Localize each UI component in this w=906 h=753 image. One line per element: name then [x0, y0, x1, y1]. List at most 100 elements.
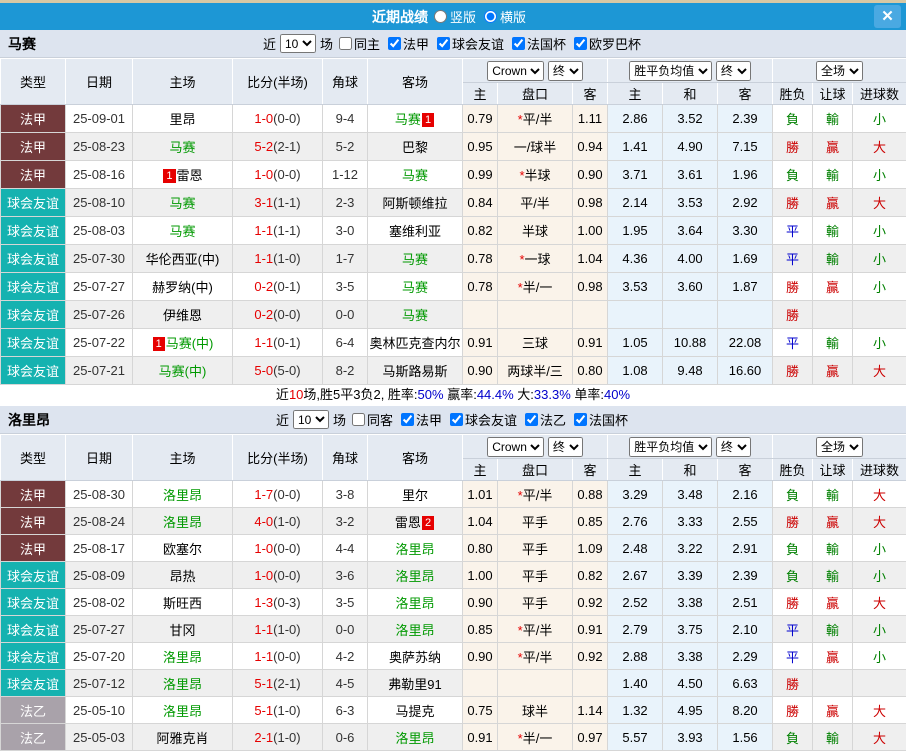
date-text: 25-08-24 — [73, 514, 125, 529]
horizontal-radio[interactable] — [484, 10, 497, 23]
result-wdl: 負 — [773, 535, 813, 562]
coupe-checkbox[interactable] — [512, 37, 525, 50]
team-name-text: 斯旺西 — [163, 596, 202, 611]
result-text: 大 — [873, 140, 886, 155]
corner-cell: 1-7 — [323, 245, 368, 273]
handicap-cell: 平/半 — [498, 189, 573, 217]
table-row: 法乙25-05-10洛里昂5-1(1-0)6-3马提克0.75球半1.141.3… — [1, 697, 906, 724]
avg-select[interactable]: 胜平负均值 — [629, 61, 712, 81]
odds-time-select[interactable]: 终 — [548, 437, 583, 457]
scope-select[interactable]: 全场 — [816, 437, 863, 457]
league-filter-friendly[interactable]: 球会友谊 — [444, 410, 517, 429]
avg-select[interactable]: 胜平负均值 — [629, 437, 712, 457]
match-type: 球会友谊 — [1, 245, 66, 273]
result-handicap: 輸 — [813, 217, 853, 245]
handicap-text: 平/半 — [520, 196, 550, 211]
bookmaker-select[interactable]: Crown — [487, 61, 544, 81]
match-type: 球会友谊 — [1, 589, 66, 616]
date-text: 25-07-26 — [73, 307, 125, 322]
team-name-text: 阿雅克肖 — [156, 731, 208, 746]
score-cell: 1-0(0-0) — [233, 562, 323, 589]
match-type: 法甲 — [1, 535, 66, 562]
team-name-lorient: 洛里昂 — [8, 410, 50, 430]
ligue1-checkbox[interactable] — [388, 37, 401, 50]
col-corner: 角球 — [323, 435, 368, 481]
avg-time-select[interactable]: 终 — [716, 437, 751, 457]
avg-group: 胜平负均值 终 — [608, 435, 773, 459]
result-text: 勝 — [786, 596, 799, 611]
date-text: 25-07-12 — [73, 676, 125, 691]
friendly-checkbox[interactable] — [437, 37, 450, 50]
coupe-checkbox[interactable] — [574, 413, 587, 426]
team-name-text: 马赛(中) — [166, 336, 214, 351]
match-type: 球会友谊 — [1, 670, 66, 697]
full-score: 1-1 — [254, 223, 273, 238]
scope-group: 全场 — [773, 435, 906, 459]
avg-home-odds: 1.08 — [608, 357, 663, 385]
match-count-select[interactable]: 10 — [293, 410, 329, 429]
avg-away-odds: 3.30 — [718, 217, 773, 245]
crown-away-odds: 1.14 — [573, 697, 608, 724]
team-name-text: 马赛 — [395, 112, 421, 127]
same-home-checkbox[interactable] — [339, 37, 352, 50]
ligue2-checkbox[interactable] — [525, 413, 538, 426]
table-row: 法甲25-08-30洛里昂1-7(0-0)3-8里尔1.01*平/半0.883.… — [1, 481, 906, 508]
match-type: 法甲 — [1, 105, 66, 133]
avg-home-odds: 3.53 — [608, 273, 663, 301]
result-goals: 大 — [853, 481, 906, 508]
home-team: 洛里昂 — [133, 508, 233, 535]
crown-away-odds: 0.80 — [573, 357, 608, 385]
result-wdl: 平 — [773, 217, 813, 245]
layout-option-vertical[interactable]: 竖版 — [434, 7, 476, 26]
layout-option-horizontal[interactable]: 横版 — [484, 7, 526, 26]
full-score: 1-1 — [254, 251, 273, 266]
league-filter-ligue1[interactable]: 法甲 — [382, 34, 429, 53]
corner-text: 6-3 — [336, 703, 355, 718]
league-filter-coupe[interactable]: 法国杯 — [506, 34, 566, 53]
friendly-checkbox[interactable] — [450, 413, 463, 426]
bookmaker-select[interactable]: Crown — [487, 437, 544, 457]
half-score: (0-0) — [273, 167, 300, 182]
result-text: 勝 — [786, 704, 799, 719]
result-text: 輸 — [826, 252, 839, 267]
result-handicap — [813, 670, 853, 697]
home-team: 甘冈 — [133, 616, 233, 643]
same-away-checkbox[interactable] — [352, 413, 365, 426]
result-handicap: 輸 — [813, 245, 853, 273]
europa-checkbox[interactable] — [574, 37, 587, 50]
handicap-cell: 半球 — [498, 217, 573, 245]
result-text: 平 — [786, 224, 799, 239]
result-text: 贏 — [826, 650, 839, 665]
league-filter-coupe[interactable]: 法国杯 — [568, 410, 628, 429]
team-name-text: 马提克 — [395, 704, 434, 719]
same-home-filter[interactable]: 同主 — [333, 34, 380, 53]
vertical-radio[interactable] — [434, 10, 447, 23]
team-name-text: 马赛 — [169, 224, 195, 239]
ligue1-checkbox[interactable] — [401, 413, 414, 426]
scope-select[interactable]: 全场 — [816, 61, 863, 81]
home-team: 马赛 — [133, 217, 233, 245]
avg-time-select[interactable]: 终 — [716, 61, 751, 81]
match-type: 球会友谊 — [1, 217, 66, 245]
team-name-text: 洛里昂 — [395, 569, 434, 584]
close-icon[interactable]: ✕ — [874, 5, 901, 28]
match-count-select[interactable]: 10 — [280, 34, 316, 53]
league-filter-ligue2[interactable]: 法乙 — [519, 410, 566, 429]
result-goals: 小 — [853, 245, 906, 273]
league-filter-europa[interactable]: 欧罗巴杯 — [568, 34, 641, 53]
sub-avg-away: 客 — [718, 83, 773, 105]
league-filter-friendly[interactable]: 球会友谊 — [431, 34, 504, 53]
odds-time-select[interactable]: 终 — [548, 61, 583, 81]
sub-wdl: 胜负 — [773, 83, 813, 105]
half-score: (1-0) — [273, 703, 300, 718]
league-filter-ligue1[interactable]: 法甲 — [395, 410, 442, 429]
same-away-filter[interactable]: 同客 — [346, 410, 393, 429]
matches-table-marseille: 类型 日期 主场 比分(半场) 角球 客场 Crown 终 胜平负均值 终 全场… — [0, 58, 906, 385]
team-name-text: 马赛 — [169, 140, 195, 155]
crown-away-odds: 0.88 — [573, 481, 608, 508]
avg-home-odds: 1.05 — [608, 329, 663, 357]
half-score: (1-0) — [273, 622, 300, 637]
result-handicap: 輸 — [813, 616, 853, 643]
avg-away-odds: 2.16 — [718, 481, 773, 508]
corner-text: 0-0 — [336, 307, 355, 322]
